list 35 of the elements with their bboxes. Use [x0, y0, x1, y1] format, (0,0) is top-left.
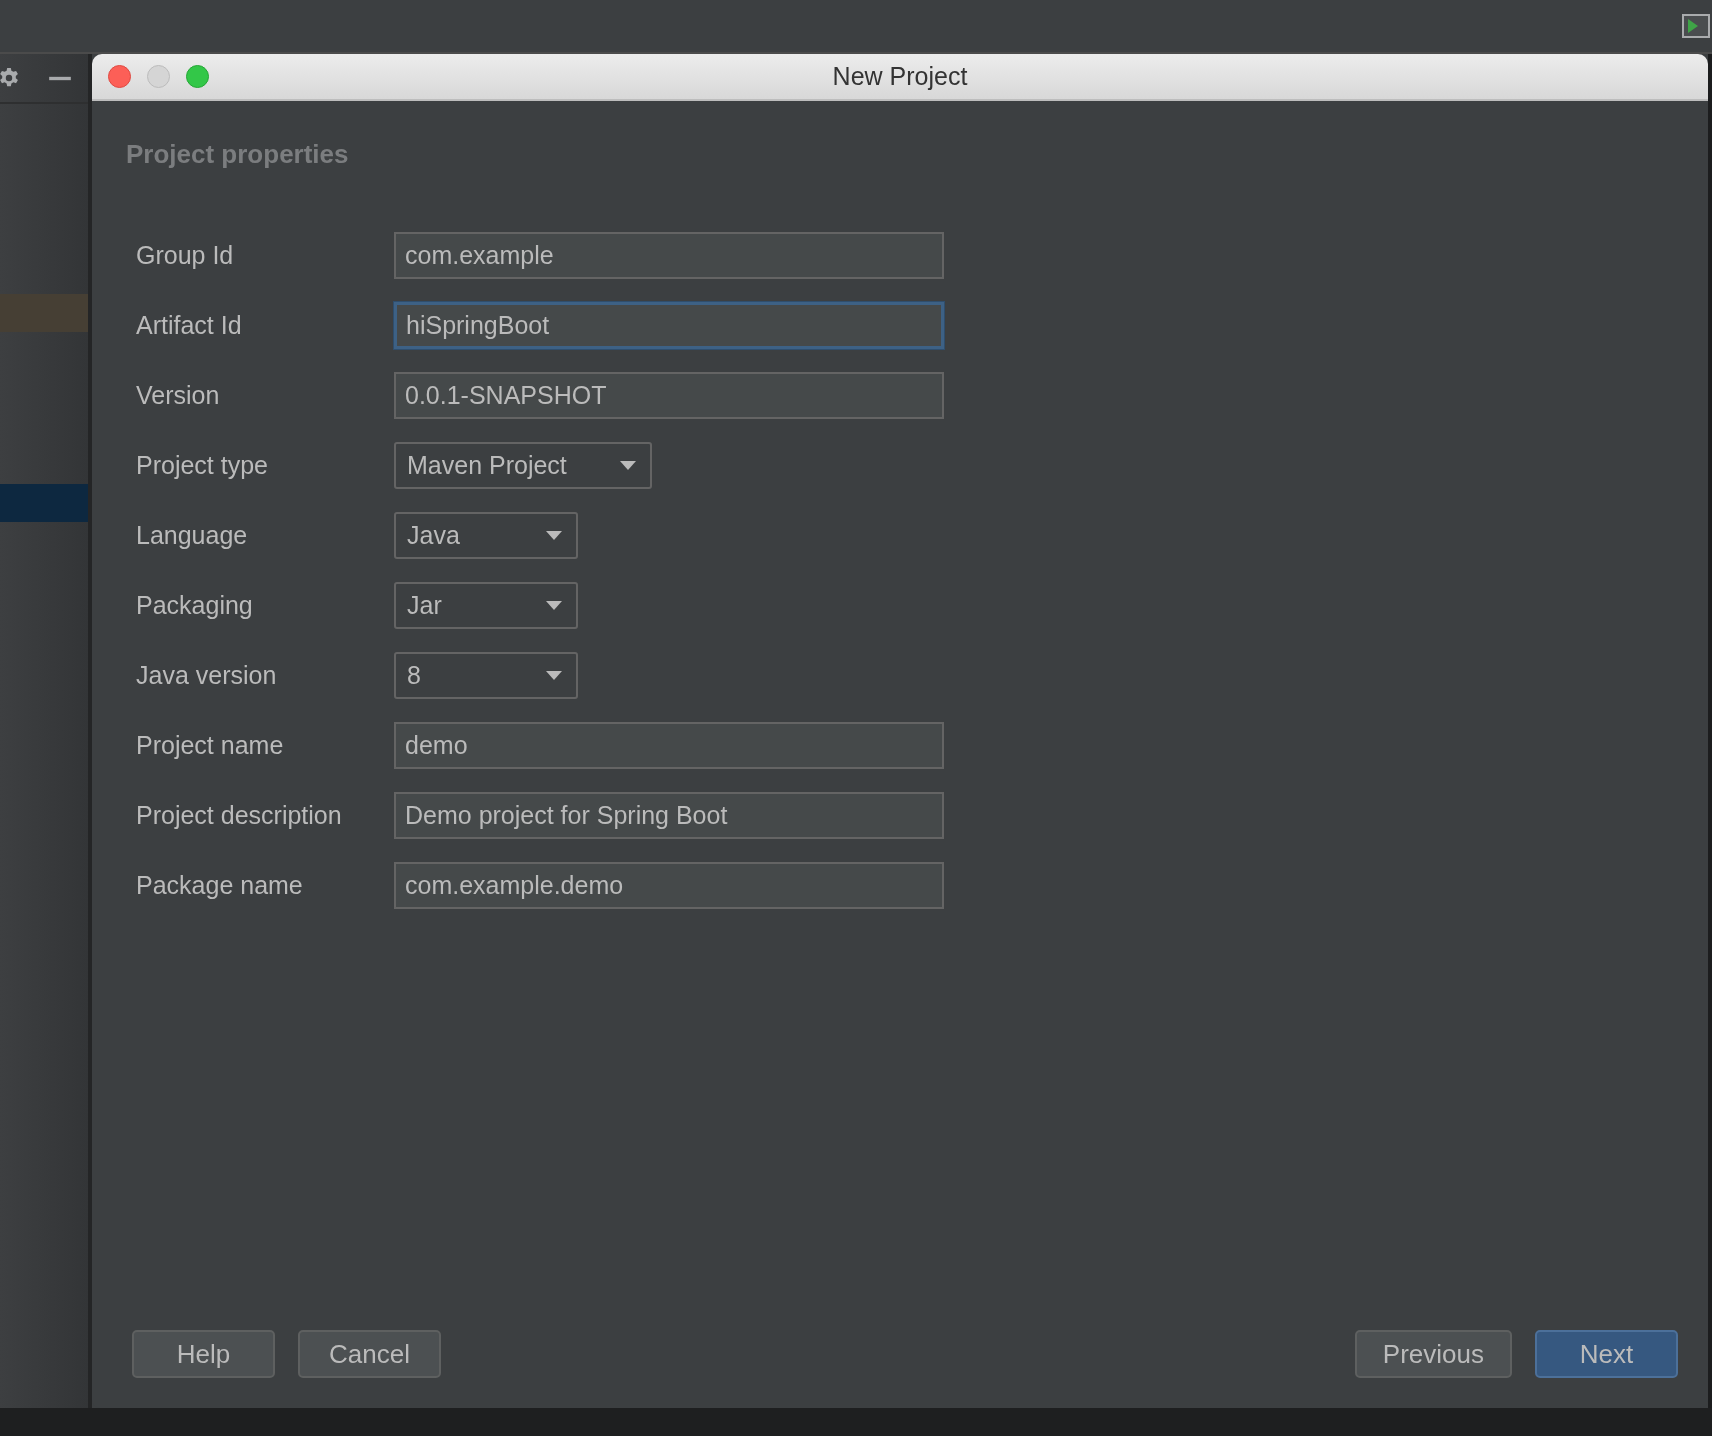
field-label: Version	[136, 381, 221, 410]
field-label: Packaging	[136, 591, 254, 620]
window-title: New Project	[832, 62, 968, 91]
zoom-button[interactable]	[186, 65, 209, 88]
dropdown[interactable]: 8	[394, 652, 578, 699]
text-field[interactable]: hiSpringBoot	[394, 302, 944, 349]
field-label: Project description	[136, 801, 343, 830]
text-field[interactable]: Demo project for Spring Boot	[394, 792, 944, 839]
minimize-icon[interactable]	[48, 75, 72, 81]
dropdown[interactable]: Java	[394, 512, 578, 559]
field-label: Package name	[136, 871, 304, 900]
field-label: Artifact Id	[136, 311, 243, 340]
caret-icon	[546, 601, 562, 610]
caret-icon	[620, 461, 636, 470]
dialog-button[interactable]: Help	[132, 1330, 275, 1378]
caret-icon	[546, 671, 562, 680]
field-label: Language	[136, 521, 249, 550]
caret-icon	[546, 531, 562, 540]
text-field[interactable]: demo	[394, 722, 944, 769]
dropdown[interactable]: Jar	[394, 582, 578, 629]
field-label: Group Id	[136, 241, 235, 270]
text-field[interactable]: com.example.demo	[394, 862, 944, 909]
field-label: Java version	[136, 661, 278, 690]
text-field[interactable]: 0.0.1-SNAPSHOT	[394, 372, 944, 419]
section-title: Project properties	[126, 139, 350, 170]
dialog-button[interactable]: Next	[1535, 1330, 1678, 1378]
dialog-button[interactable]: Previous	[1354, 1330, 1512, 1378]
gear-icon[interactable]	[0, 67, 20, 89]
field-label: Project name	[136, 731, 285, 760]
run-icon[interactable]	[1682, 14, 1710, 38]
dialog-button[interactable]: Cancel	[298, 1330, 441, 1378]
field-label: Project type	[136, 451, 269, 480]
text-field[interactable]: com.example	[394, 232, 944, 279]
dropdown[interactable]: Maven Project	[394, 442, 652, 489]
close-button[interactable]	[108, 65, 131, 88]
